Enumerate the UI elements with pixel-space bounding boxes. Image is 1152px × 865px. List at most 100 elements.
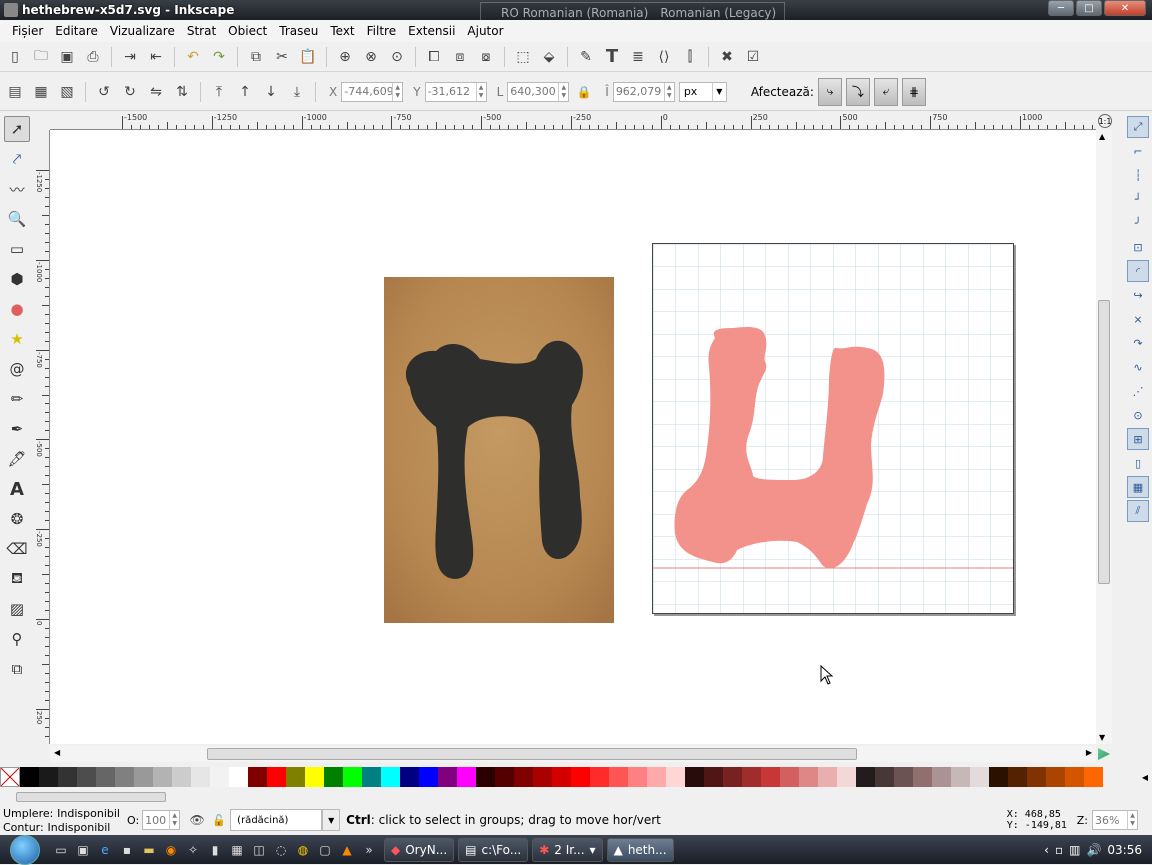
start-button[interactable] [0,834,50,865]
internet-explorer-icon[interactable]: e [96,841,114,859]
vertical-ruler[interactable]: -1250 -1000 -750 -500 -250 0 250 [34,130,50,744]
palette-scroll-thumb[interactable] [16,792,166,802]
menu-filtre[interactable]: Filtre [361,24,402,38]
firefox-icon[interactable]: ◉ [162,841,180,859]
color-swatch[interactable] [134,767,153,787]
media-icon[interactable]: ◌ [272,841,290,859]
color-swatch[interactable] [1046,767,1065,787]
save-quicklaunch-icon[interactable]: ▪ [118,841,136,859]
x-field[interactable]: ▲▼ [341,81,404,102]
menu-editare[interactable]: Editare [49,24,104,38]
deselect-icon[interactable]: ▧ [56,81,78,103]
snap-bbox-center-icon[interactable]: ⊡ [1127,236,1149,258]
calligraphy-tool-icon[interactable]: 🖋 [4,446,30,472]
scale-corners-toggle[interactable]: ⤵ [845,77,870,106]
color-swatch[interactable] [1065,767,1084,787]
taskbar-item-inkscape[interactable]: ▲ heth... [606,837,674,862]
color-swatch[interactable] [476,767,495,787]
preferences-icon[interactable]: ✖ [716,46,738,68]
select-all-icon[interactable]: ▤ [4,81,26,103]
select-all-layers-icon[interactable]: ▦ [30,81,52,103]
vertical-scroll-thumb[interactable] [1098,300,1110,584]
snap-nodes-icon[interactable]: ◜ [1127,260,1149,282]
scroll-left-icon[interactable]: ◀ [54,748,60,757]
color-swatch[interactable] [381,767,400,787]
color-swatch[interactable] [951,767,970,787]
layer-dropdown-chevron-icon[interactable]: ▼ [322,809,341,831]
group-icon[interactable]: ⬚ [512,46,534,68]
horizontal-scrollbar[interactable]: ◀ ▶ [50,746,1096,762]
color-manage-toggle-icon[interactable] [1098,748,1110,760]
y-input[interactable] [425,82,476,101]
tools-quicklaunch-icon[interactable]: ✧ [184,841,202,859]
horizontal-ruler[interactable]: -1500 -1250 -1000 -750 -500 -250 0 250 500 750 100… [50,112,1096,130]
color-swatch[interactable] [20,767,39,787]
snap-intersection-icon[interactable]: ⨯ [1127,308,1149,330]
color-swatch[interactable] [343,767,362,787]
tray-clock[interactable]: 03:56 [1107,843,1142,857]
php-icon[interactable]: ◫ [250,841,268,859]
drawing-canvas[interactable] [50,130,1096,744]
pencil-tool-icon[interactable]: ✏ [4,386,30,412]
show-desktop-icon[interactable]: ▭ [52,841,70,859]
pen-tool-icon[interactable]: ✒ [4,416,30,442]
height-input[interactable] [613,82,664,101]
vlc-icon[interactable]: ▲ [338,841,356,859]
color-swatch[interactable] [495,767,514,787]
copy-icon[interactable]: ⧉ [245,46,267,68]
redo-icon[interactable]: ↷ [208,46,230,68]
move-patterns-toggle[interactable]: ⋕ [901,77,926,106]
horizontal-scroll-thumb[interactable] [207,748,857,760]
minimize-button[interactable]: ─ [1048,0,1074,16]
keyboard-layout-item[interactable]: Romanian (Legacy) [660,6,776,20]
close-button[interactable]: ✕ [1104,0,1146,16]
y-spin-arrows[interactable]: ▲ ▼ [475,82,486,101]
xml-editor-icon[interactable]: ⟨⟩ [653,46,675,68]
snap-enable-icon[interactable]: ⤢ [1127,116,1149,138]
taskbar-item-explorer[interactable]: ▤ c:\Fo... [458,837,529,862]
color-swatch[interactable] [457,767,476,787]
opacity-input[interactable] [143,811,170,829]
unit-select[interactable]: px ▼ [678,81,727,102]
y-field[interactable]: ▲▼ [424,81,487,102]
snap-page-border-icon[interactable]: ▯ [1127,452,1149,474]
tray-expand-icon[interactable]: ‹ [1044,843,1049,857]
color-swatch[interactable] [172,767,191,787]
menu-ajutor[interactable]: Ajutor [461,24,509,38]
color-swatch[interactable] [305,767,324,787]
color-swatch[interactable] [875,767,894,787]
layers-icon[interactable]: ≣ [627,46,649,68]
network-icon[interactable]: ▥ [1069,843,1080,857]
raise-to-top-icon[interactable]: ⤒ [208,81,230,103]
color-swatch[interactable] [666,767,685,787]
tweak-tool-icon[interactable]: 〰 [4,176,30,202]
clone-icon[interactable]: ⧈ [449,46,471,68]
spiral-tool-icon[interactable]: @ [4,356,30,382]
lock-icon[interactable]: 🔒 [573,81,595,103]
unlink-clone-icon[interactable]: ⧇ [475,46,497,68]
move-gradients-toggle[interactable]: ⤶ [873,77,898,106]
color-swatch[interactable] [248,767,267,787]
snap-midpoint-icon[interactable]: ⋰ [1127,380,1149,402]
color-swatch[interactable] [1084,767,1103,787]
folder-quicklaunch-icon[interactable]: ▬ [140,841,158,859]
lower-icon[interactable]: ↓ [260,81,282,103]
app-quicklaunch-icon[interactable]: ▢ [316,841,334,859]
chevron-down-icon[interactable]: ▼ [711,82,726,101]
palette-scrollbar[interactable] [0,790,1152,804]
palette-menu-icon[interactable]: ◀ [1138,773,1152,782]
color-swatch[interactable] [1027,767,1046,787]
x-spin-arrows[interactable]: ▲ ▼ [392,82,402,101]
zoom-page-icon[interactable]: ⊙ [386,46,408,68]
document-properties-icon[interactable]: ☑ [742,46,764,68]
snap-smooth-icon[interactable]: ∿ [1127,356,1149,378]
volume-icon[interactable]: 🔊 [1086,843,1101,857]
text-tool-icon[interactable]: A [4,476,30,502]
snap-bbox-midpoint-icon[interactable]: ╯ [1127,212,1149,234]
tray-app-icon[interactable]: ▫ [1055,843,1063,857]
color-swatch[interactable] [894,767,913,787]
color-swatch[interactable] [1008,767,1027,787]
color-swatch[interactable] [96,767,115,787]
flip-horizontal-icon[interactable]: ⇋ [145,81,167,103]
menu-strat[interactable]: Strat [181,24,222,38]
